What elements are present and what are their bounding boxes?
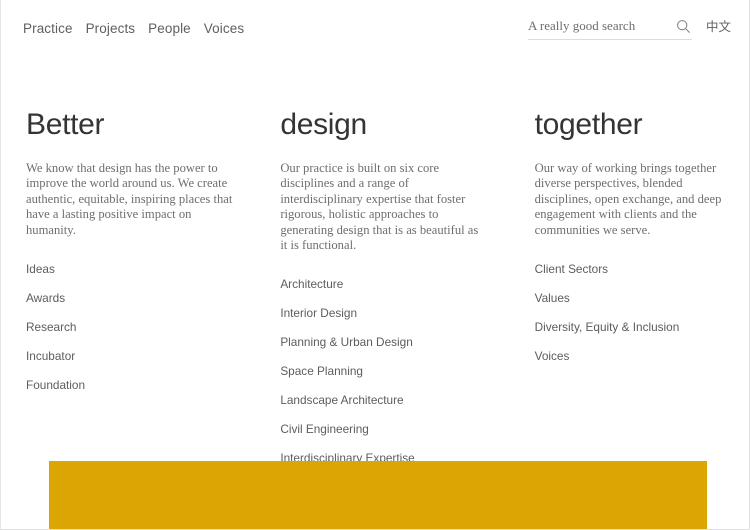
- primary-navigation: Practice Projects People Voices: [23, 21, 244, 37]
- list-item: Diversity, Equity & Inclusion: [535, 318, 749, 336]
- search-input[interactable]: [527, 18, 662, 34]
- nav-item-projects[interactable]: Projects: [86, 21, 136, 37]
- language-toggle-link[interactable]: 中文: [706, 18, 731, 35]
- site-header: Practice Projects People Voices 中文: [1, 0, 749, 58]
- header-utilities: 中文: [527, 18, 731, 40]
- column-heading: together: [534, 108, 643, 141]
- search-field-wrapper[interactable]: [527, 18, 692, 40]
- nav-item-people[interactable]: People: [148, 21, 191, 37]
- page-root: Practice Projects People Voices 中文 Bette…: [0, 0, 750, 530]
- link-voices[interactable]: Voices: [535, 349, 570, 363]
- column-together: together Our way of working brings toget…: [1, 108, 749, 467]
- nav-item-practice[interactable]: Practice: [23, 21, 73, 37]
- link-diversity-equity-inclusion[interactable]: Diversity, Equity & Inclusion: [535, 320, 680, 334]
- nav-item-voices[interactable]: Voices: [204, 21, 244, 37]
- column-description: Our way of working brings together diver…: [534, 161, 722, 237]
- list-item: Client Sectors: [535, 260, 749, 278]
- accent-banner-panel: [49, 461, 707, 529]
- link-client-sectors[interactable]: Client Sectors: [535, 262, 608, 276]
- link-values[interactable]: Values: [535, 291, 570, 305]
- footer-columns: Better We know that design has the power…: [1, 108, 749, 467]
- search-icon[interactable]: [676, 18, 692, 34]
- list-item: Values: [535, 289, 749, 307]
- list-item: Voices: [535, 347, 749, 365]
- column-link-list: Client Sectors Values Diversity, Equity …: [535, 260, 749, 365]
